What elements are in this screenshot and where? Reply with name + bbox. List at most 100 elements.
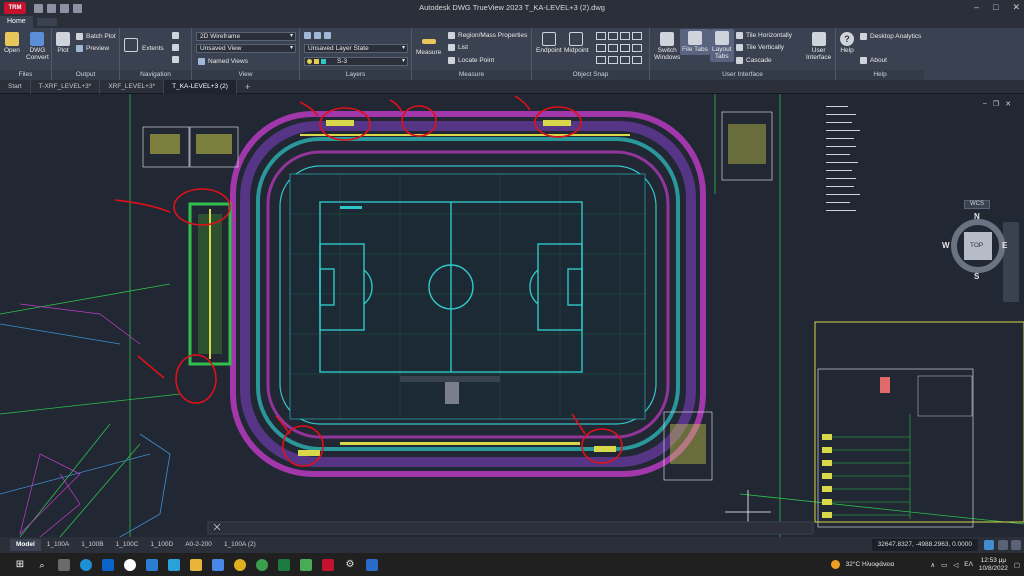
layout-tab-1-100c[interactable]: 1_100C [110,539,145,551]
snap-extension-icon[interactable] [596,44,606,52]
viewcube-top-face[interactable]: TOP [970,242,983,249]
network-icon[interactable]: ▭ [941,561,947,569]
dwg-convert-button[interactable]: DWG Convert [26,32,49,61]
maximize-icon[interactable]: □ [993,2,998,13]
file-tabs-button[interactable]: File Tabs [680,29,710,55]
snap-node-icon[interactable] [608,32,618,40]
layout-tab-1-100d[interactable]: 1_100D [144,539,179,551]
layout-tab-1-100a-2[interactable]: 1_100A (2) [218,539,262,551]
layer-state-dropdown[interactable]: Unsaved Layer State [304,44,408,53]
word-icon[interactable] [146,558,158,571]
file-tab-start[interactable]: Start [0,79,31,94]
weather-icon[interactable] [830,560,840,569]
mail-icon[interactable] [212,558,224,571]
layout-tab-1-100b[interactable]: 1_100B [75,539,109,551]
volume-icon[interactable]: ◁ [953,561,958,569]
wcs-menu[interactable]: WCS [964,200,990,209]
open-button[interactable]: Open [4,32,20,54]
snap-insert-icon[interactable] [608,44,618,52]
extents-icon[interactable] [124,38,138,53]
search-icon[interactable]: ⌕ [36,559,48,571]
pan-icon[interactable] [172,32,179,39]
layout-tab-a0-2-200[interactable]: A0-2-200 [179,539,218,551]
orbit-icon[interactable] [172,44,179,51]
snap-tangent-icon[interactable] [632,44,642,52]
tile-horizontally-button[interactable]: Tile Horizontally [736,32,792,39]
layer-dropdown[interactable]: S-3 [304,57,408,66]
about-button[interactable]: About [860,57,887,64]
batch-plot-button[interactable]: Batch Plot [76,33,116,40]
preview-button[interactable]: Preview [76,45,109,52]
notifications-icon[interactable]: ▢ [1014,561,1020,569]
list-button[interactable]: List [448,44,468,51]
snap-center-icon[interactable] [596,32,606,40]
chrome-profile-icon[interactable] [256,558,268,571]
print-icon[interactable] [73,3,82,13]
drawing-canvas[interactable]: N S E W TOP WCS – ❐ ✕ [0,94,1024,537]
settings-icon[interactable] [984,540,994,550]
customize-icon[interactable] [1011,540,1021,550]
settings-gear-icon[interactable]: ⚙ [344,559,356,571]
snap-intersection-icon[interactable] [632,32,642,40]
file-tab-t-ka[interactable]: T_KA-LEVEL+3 (2) [164,79,237,94]
start-icon[interactable]: ⊞ [14,559,26,571]
store-icon[interactable] [168,558,180,571]
file-tab-xrf[interactable]: XRF_LEVEL+3* [100,79,165,94]
desktop-analytics-button[interactable]: Desktop Analytics [860,33,921,40]
tab-home[interactable]: Home [0,16,33,28]
snap-quadrant-icon[interactable] [620,32,630,40]
plot-icon[interactable] [60,3,69,13]
layout-tab-model[interactable]: Model [10,539,41,551]
weather-text[interactable]: 32°C Ηλιοφάνεια [846,561,895,568]
extents-button[interactable]: Extents [142,45,164,52]
locate-point-button[interactable]: Locate Point [448,57,494,64]
app-icon[interactable] [124,558,136,571]
snap-apparent-icon[interactable] [608,56,618,64]
workspace-icon[interactable] [998,540,1008,550]
cascade-button[interactable]: Cascade [736,57,772,64]
app-logo[interactable]: TRM [4,2,26,14]
viewport-minimize-icon[interactable]: – [983,100,987,108]
snap-perpendicular-icon[interactable] [620,44,630,52]
command-line[interactable] [207,521,814,535]
tray-chevron-icon[interactable]: ∧ [930,561,935,569]
chrome-icon[interactable] [234,558,246,571]
visual-style-dropdown[interactable]: 2D Wireframe [196,32,296,41]
saved-view-dropdown[interactable]: Unsaved View [196,44,296,53]
excel-icon[interactable] [278,558,290,571]
app2-icon[interactable] [300,558,312,571]
named-views-button[interactable]: Named Views [198,58,248,65]
snap-none-icon[interactable] [632,56,642,64]
file-explorer-icon[interactable] [190,558,202,571]
minimize-icon[interactable]: – [974,2,979,13]
compass-north[interactable]: N [974,212,980,221]
lightbulb-icon[interactable] [307,59,312,64]
viewport-close-icon[interactable]: ✕ [1005,100,1011,108]
trueview-icon[interactable] [322,558,334,571]
user-interface-button[interactable]: User Interface [806,32,831,61]
new-tab-button[interactable]: + [237,80,258,94]
viewport-restore-icon[interactable]: ❐ [993,100,999,108]
file-tab-t-xrf[interactable]: T-XRF_LEVEL+3* [31,79,101,94]
plot-button[interactable]: Plot [56,32,70,54]
tile-vertically-button[interactable]: Tile Vertically [736,44,784,51]
sun-icon[interactable] [314,59,319,64]
switch-windows-button[interactable]: Switch Windows [654,32,680,61]
language-indicator[interactable]: ΕΛ [964,561,973,568]
layer-tools[interactable] [304,32,331,39]
steering-wheel-icon[interactable] [172,56,179,63]
outlook-icon[interactable] [102,558,114,571]
compass-west[interactable]: W [942,241,950,250]
open-icon[interactable] [34,3,43,13]
endpoint-button[interactable]: Endpoint [536,32,562,54]
tab-extra[interactable] [36,18,57,26]
layout-tab-1-100a[interactable]: 1_100A [41,539,75,551]
snap-parallel-icon[interactable] [620,56,630,64]
layout-tabs-button[interactable]: Layout Tabs [710,29,734,62]
measure-button[interactable]: Measure [416,34,441,56]
help-button[interactable]: ? Help [840,32,854,54]
photos-icon[interactable] [366,558,378,571]
edge-icon[interactable] [80,558,92,571]
snap-nearest-icon[interactable] [596,56,606,64]
region-mass-button[interactable]: Region/Mass Properties [448,32,527,39]
